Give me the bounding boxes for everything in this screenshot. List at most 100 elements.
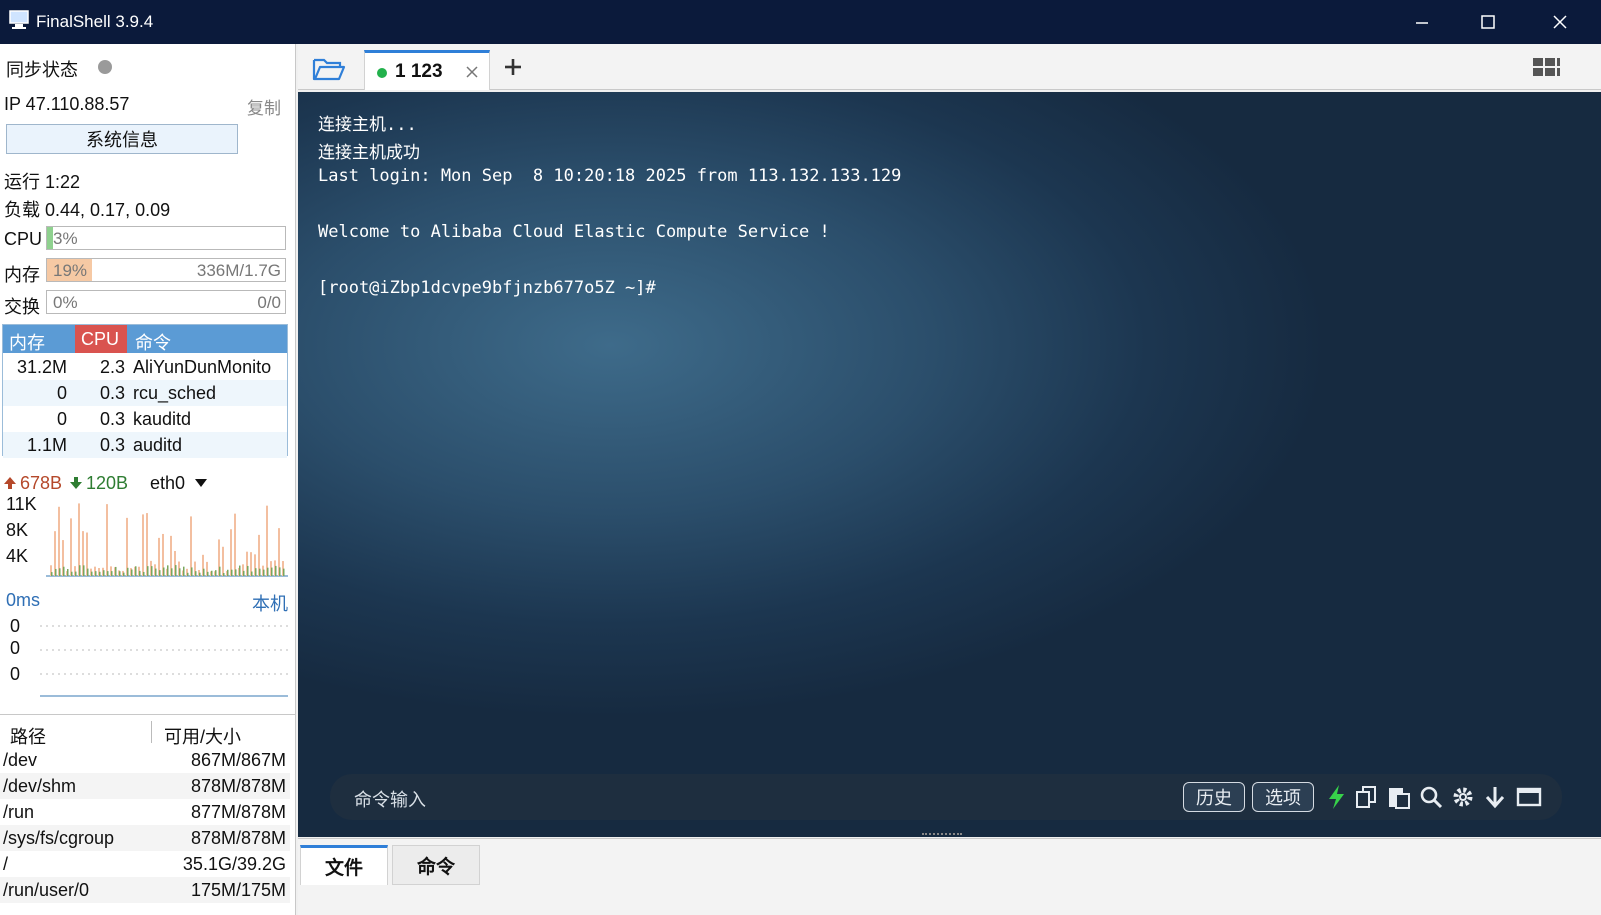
process-cpu: 0.3 [99, 383, 125, 403]
open-folder-icon[interactable] [312, 54, 346, 82]
disk-usage-table[interactable]: 路径 可用/大小 /dev 867M/867M /dev/shm 878M/87… [0, 714, 295, 915]
ping-host[interactable]: 本机 [252, 590, 288, 616]
process-mem: 1.1M [26, 435, 67, 455]
maximize-button[interactable] [1458, 0, 1518, 44]
system-monitor-panel: 同步状态 IP 47.110.88.57 复制 系统信息 运行 1:22 负载 … [0, 44, 296, 915]
network-interface-select[interactable]: eth0 [150, 473, 185, 494]
paste-icon[interactable] [1386, 784, 1412, 810]
disk-size-header[interactable]: 可用/大小 [164, 723, 241, 749]
disk-row[interactable]: /sys/fs/cgroup 878M/878M [0, 825, 290, 851]
copy-icon[interactable] [1354, 784, 1380, 810]
process-cpu: 2.3 [99, 357, 125, 377]
net-download-bar [79, 565, 81, 576]
net-download-bar [171, 568, 173, 576]
panel-resize-handle[interactable] [922, 833, 962, 837]
disk-row[interactable]: /run/user/0 175M/175M [0, 877, 290, 903]
process-row[interactable]: 1.1M 0.3 auditd [3, 432, 287, 458]
lightning-icon[interactable] [1324, 784, 1350, 810]
disk-path: /sys/fs/cgroup [3, 828, 115, 848]
disk-row[interactable]: /run 877M/878M [0, 799, 290, 825]
net-download-bar [119, 571, 121, 576]
disk-path: /dev/shm [3, 776, 77, 796]
cpu-usage-percent: 3% [53, 229, 78, 248]
gear-icon[interactable] [1450, 784, 1476, 810]
session-tab-label: 1 123 [395, 61, 443, 82]
mem-column-header[interactable]: 内存 [9, 329, 45, 355]
cpu-column-header[interactable]: CPU [81, 329, 119, 350]
net-download-bar [99, 571, 101, 576]
window-title: FinalShell 3.9.4 [36, 12, 154, 31]
copy-ip-link[interactable]: 复制 [247, 94, 281, 119]
new-tab-icon[interactable] [504, 58, 522, 76]
process-row[interactable]: 0 0.3 rcu_sched [3, 380, 287, 406]
disk-row[interactable]: /dev 867M/867M [0, 747, 290, 773]
files-tab[interactable]: 文件 [300, 845, 388, 885]
command-input-bar[interactable]: 命令输入 历史 选项 [330, 774, 1562, 820]
process-command: AliYunDunMonito [133, 357, 272, 377]
close-tab-icon[interactable] [465, 65, 479, 79]
net-download-bar [179, 568, 181, 576]
minimize-button[interactable] [1392, 0, 1452, 44]
net-download-bar [251, 571, 253, 576]
terminal-line: Welcome to Alibaba Cloud Elastic Compute… [318, 222, 830, 242]
process-row[interactable]: 31.2M 2.3 AliYunDunMonito [3, 354, 287, 380]
disk-row[interactable]: /dev/shm 878M/878M [0, 773, 290, 799]
download-speed: 120B [86, 473, 129, 493]
close-window-button[interactable] [1530, 0, 1590, 44]
session-tab-active[interactable]: 1 123 [364, 50, 490, 90]
process-table-header: 内存 CPU 命令 [3, 325, 287, 353]
terminal-view[interactable]: 连接主机... 连接主机成功 Last login: Mon Sep 8 10:… [298, 92, 1601, 837]
process-table[interactable]: 内存 CPU 命令 31.2M 2.3 AliYunDunMonito 0 0.… [2, 324, 288, 458]
process-cpu: 0.3 [99, 409, 125, 429]
terminal-line: Last login: Mon Sep 8 10:20:18 2025 from… [318, 166, 902, 186]
disk-path: /run [3, 802, 35, 822]
ping-grid [40, 625, 288, 697]
cpu-usage-meter: 3% [46, 226, 286, 250]
history-button[interactable]: 历史 [1183, 782, 1245, 812]
chevron-down-icon[interactable] [194, 478, 208, 488]
disk-size: 867M/867M [190, 750, 286, 770]
system-info-button[interactable]: 系统信息 [6, 124, 238, 154]
disk-size: 35.1G/39.2G [182, 854, 286, 874]
layout-grid-icon[interactable] [1532, 56, 1560, 80]
process-row[interactable]: 0 0.3 kauditd [3, 406, 287, 432]
memory-usage-meter: 19% 336M/1.7G [46, 258, 286, 282]
search-icon[interactable] [1418, 784, 1444, 810]
net-upload-bar [266, 505, 268, 576]
connected-status-icon [377, 68, 387, 78]
options-button[interactable]: 选项 [1252, 782, 1314, 812]
command-column-header[interactable]: 命令 [135, 329, 171, 355]
net-download-bar [83, 565, 85, 576]
net-upload-bar [58, 506, 60, 576]
commands-tab[interactable]: 命令 [392, 845, 480, 885]
swap-usage-meter: 0% 0/0 [46, 290, 286, 314]
net-download-bar [219, 566, 221, 576]
net-download-bar [195, 571, 197, 576]
net-download-bar [107, 571, 109, 576]
net-download-bar [135, 566, 137, 576]
disk-path: /dev [3, 750, 38, 770]
net-download-bar [143, 571, 145, 576]
disk-path-header[interactable]: 路径 [10, 723, 46, 749]
net-y-label: 8K [6, 520, 29, 540]
net-download-bar [175, 565, 177, 576]
net-download-bar [235, 569, 237, 576]
net-download-bar [127, 567, 129, 576]
command-input[interactable]: 命令输入 [354, 786, 426, 812]
ping-latency: 0ms [6, 590, 41, 610]
ping-y-label: 0 [10, 616, 21, 636]
net-download-bar [59, 568, 61, 576]
window-toggle-icon[interactable] [1516, 784, 1542, 810]
net-download-bar [95, 571, 97, 576]
upload-speed: 678B [20, 473, 63, 493]
download-icon[interactable] [1482, 784, 1508, 810]
net-download-bar [275, 565, 277, 576]
net-download-bar [155, 568, 157, 576]
net-download-bar [255, 568, 257, 576]
net-upload-bar [142, 514, 144, 576]
ping-y-label: 0 [10, 664, 21, 684]
net-upload-bar [70, 518, 72, 576]
maximize-icon [1481, 15, 1495, 29]
terminal-line: 连接主机... [318, 115, 417, 135]
disk-row[interactable]: / 35.1G/39.2G [0, 851, 290, 877]
